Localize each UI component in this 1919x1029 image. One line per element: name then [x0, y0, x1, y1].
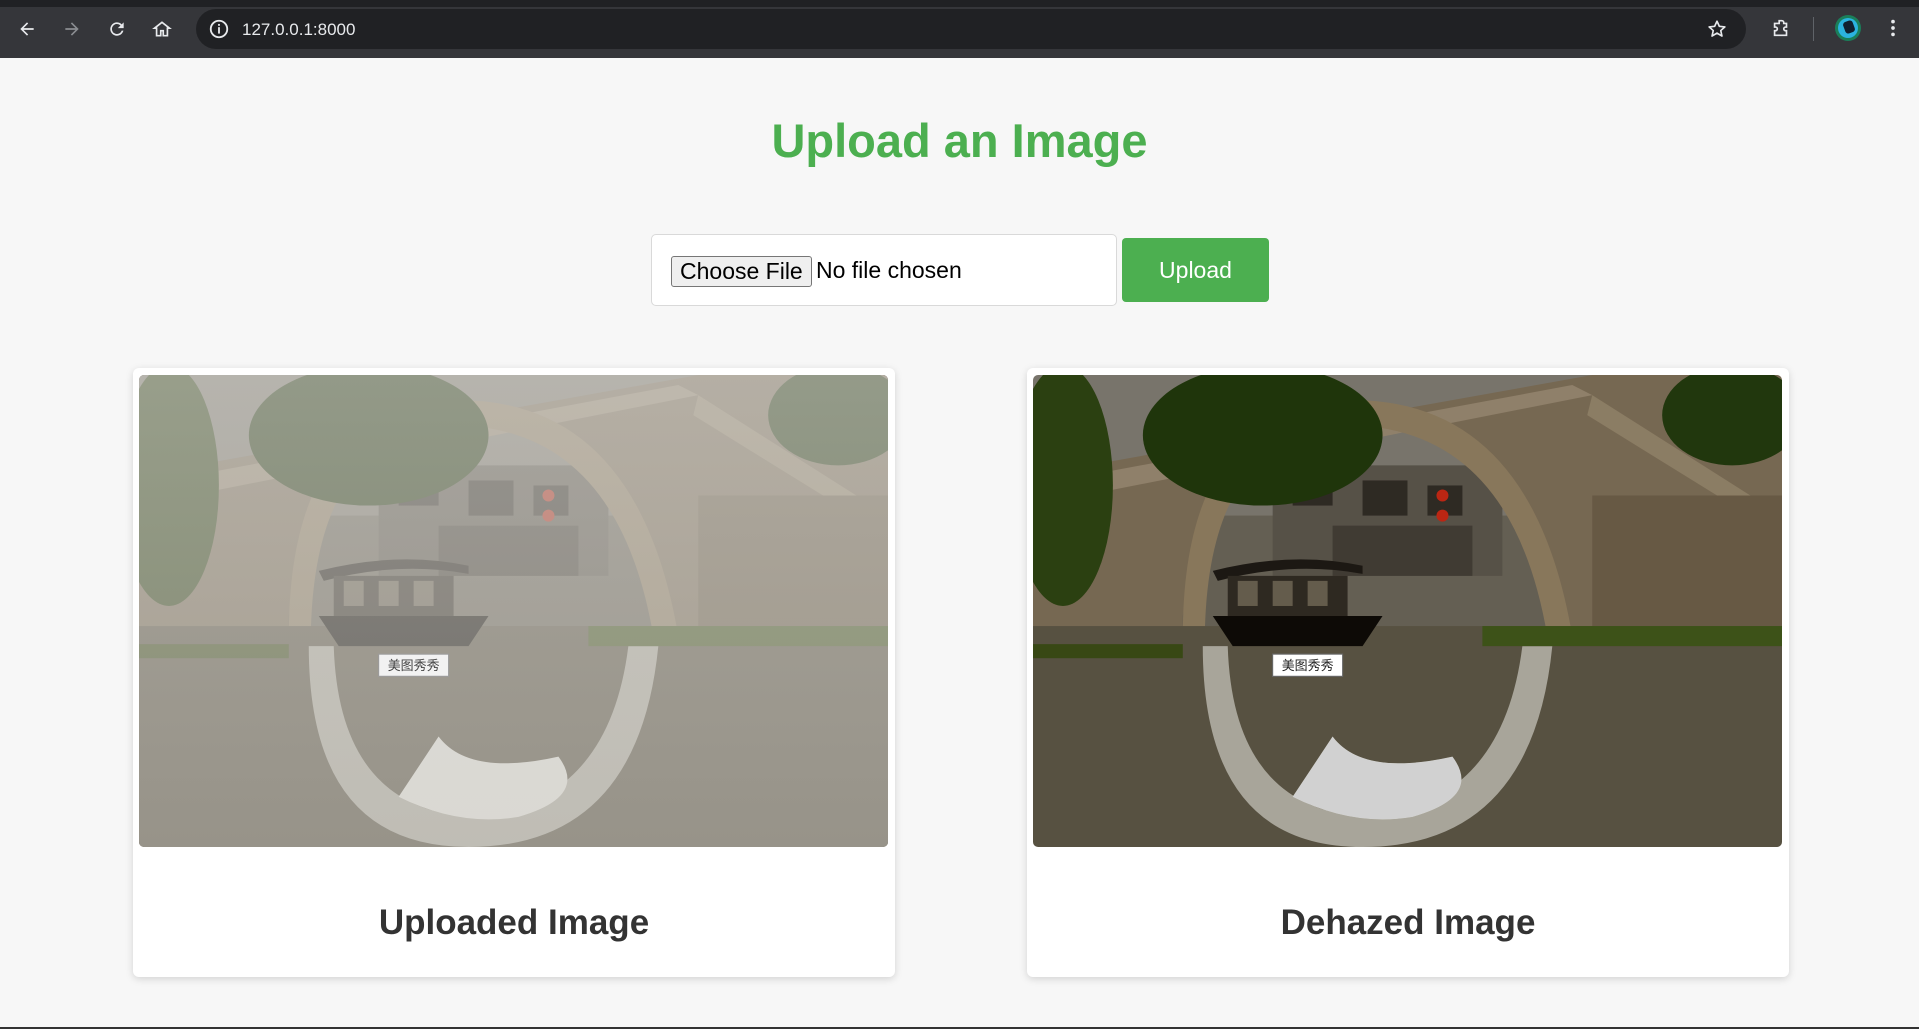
dehazed-image-caption: Dehazed Image [1280, 903, 1536, 942]
profile-avatar[interactable] [1835, 15, 1861, 41]
site-info-icon[interactable] [208, 18, 230, 40]
home-icon[interactable] [146, 13, 178, 45]
uploaded-image-card: 美图秀秀 Uploaded Image [133, 368, 895, 977]
watermark-text: 美图秀秀 [388, 659, 440, 674]
toolbar-divider [1813, 17, 1814, 41]
address-bar[interactable]: 127.0.0.1:8000 [196, 9, 1746, 49]
bookmark-star-icon[interactable] [1706, 18, 1728, 40]
tab-strip [0, 0, 1919, 7]
forward-icon[interactable] [56, 13, 88, 45]
uploaded-image: 美图秀秀 [139, 375, 888, 847]
dehazed-image-card: 美图秀秀 Dehazed Image [1027, 368, 1789, 977]
menu-kebab-icon[interactable] [1879, 14, 1907, 42]
reload-icon[interactable] [101, 13, 133, 45]
file-input[interactable]: Choose File No file chosen [651, 234, 1117, 306]
browser-toolbar: 127.0.0.1:8000 [0, 0, 1919, 58]
choose-file-button[interactable]: Choose File [671, 256, 812, 287]
back-icon[interactable] [11, 13, 43, 45]
page-title: Upload an Image [771, 114, 1148, 167]
address-url[interactable]: 127.0.0.1:8000 [242, 20, 355, 40]
dehazed-image: 美图秀秀 [1033, 375, 1782, 847]
uploaded-image-caption: Uploaded Image [378, 903, 650, 942]
file-status-text: No file chosen [816, 257, 962, 283]
watermark-text: 美图秀秀 [1282, 659, 1334, 674]
upload-button[interactable]: Upload [1122, 238, 1269, 302]
extensions-icon[interactable] [1767, 14, 1795, 42]
